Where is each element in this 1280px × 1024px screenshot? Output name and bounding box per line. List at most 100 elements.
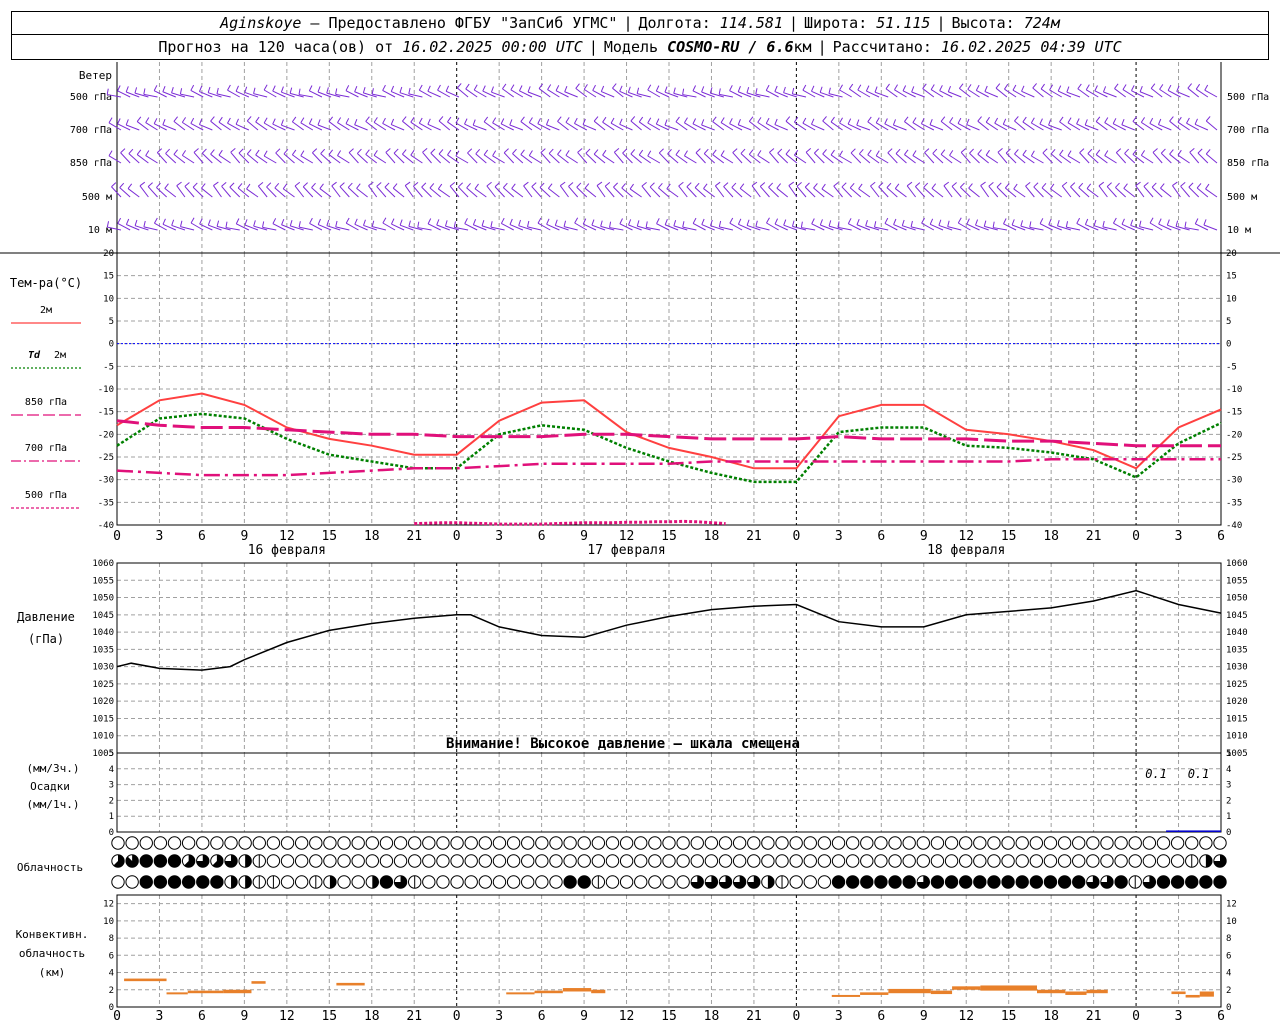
wind-barb-flag bbox=[308, 118, 313, 125]
wind-barb-shaft bbox=[1205, 120, 1218, 131]
cloud-icon bbox=[775, 854, 789, 868]
wind-barb-flag bbox=[627, 86, 631, 93]
wind-barb-shaft bbox=[703, 188, 715, 198]
wind-barb-flag bbox=[841, 182, 847, 188]
cloud-icon bbox=[732, 836, 747, 850]
wind-barb-flag bbox=[664, 119, 668, 126]
wind-barb-flag bbox=[785, 116, 791, 122]
wind-barb-flag bbox=[464, 118, 468, 125]
cloud-icon bbox=[337, 854, 351, 868]
wind-barb-shaft bbox=[714, 185, 725, 198]
wind-barb-shaft bbox=[548, 187, 560, 198]
pressure-unit: (гПа) bbox=[28, 632, 64, 646]
wind-barb-flag bbox=[527, 86, 531, 93]
wind-barb-flag bbox=[244, 86, 248, 93]
wind-barb-flag bbox=[371, 220, 375, 227]
wind-barb-flag bbox=[748, 116, 754, 122]
wind-barb-flag bbox=[638, 116, 644, 123]
wind-barb-flag bbox=[356, 148, 362, 154]
cloud-icon bbox=[605, 836, 620, 850]
wind-barb-shaft bbox=[629, 188, 642, 198]
wind-barb-flag bbox=[602, 116, 607, 123]
wind-barb-flag bbox=[828, 87, 831, 94]
cloud-icon bbox=[1057, 875, 1072, 889]
cloud-icon bbox=[492, 854, 507, 868]
wind-barb-flag bbox=[528, 150, 533, 156]
cloud-icon bbox=[958, 854, 973, 868]
wind-barb-flag bbox=[718, 220, 722, 227]
temp-xtick: 3 bbox=[156, 529, 164, 544]
wind-barb-flag bbox=[1140, 150, 1146, 156]
wind-barb-shaft bbox=[348, 152, 359, 164]
wind-barb-flag bbox=[884, 217, 889, 224]
wind-barb-flag bbox=[190, 217, 195, 224]
cloud-icon bbox=[577, 854, 591, 868]
wind-barb-flag bbox=[421, 182, 427, 188]
cloud-icon bbox=[521, 854, 535, 868]
cloud-icon bbox=[252, 836, 266, 850]
cloud-icon bbox=[1114, 875, 1128, 889]
wind-barb-flag bbox=[509, 119, 513, 126]
cloud-icon bbox=[478, 836, 493, 850]
wind-barb-flag bbox=[655, 118, 660, 125]
wind-barb-shaft bbox=[345, 222, 359, 231]
wind-barb-shaft bbox=[511, 188, 524, 198]
wind-barb-flag bbox=[373, 150, 378, 156]
cloud-icon bbox=[549, 854, 563, 868]
wind-barb-flag bbox=[417, 221, 420, 228]
cloud-icon bbox=[803, 836, 817, 850]
wind-barb-flag bbox=[365, 116, 370, 122]
temp-grid-ytick-right: -35 bbox=[1226, 498, 1242, 508]
wind-barb-flag bbox=[938, 219, 942, 226]
pressure-grid-ytick-left: 1035 bbox=[92, 645, 114, 655]
wind-barb-flag bbox=[557, 116, 562, 122]
cloud-icon bbox=[351, 875, 365, 889]
convective-title-1: Конвективн. bbox=[16, 928, 89, 941]
convective-xtick: 18 bbox=[1043, 1009, 1059, 1024]
wind-barb-flag bbox=[404, 181, 411, 186]
wind-barb-flag bbox=[444, 220, 448, 227]
wind-barb-flag bbox=[921, 217, 925, 224]
wind-barb-flag bbox=[1104, 117, 1109, 123]
wind-barb-flag bbox=[179, 88, 183, 95]
wind-barb-flag bbox=[821, 183, 826, 190]
wind-barb-flag bbox=[629, 183, 634, 190]
wind-barb-flag bbox=[445, 85, 450, 92]
cloud-icon bbox=[619, 854, 634, 868]
wind-barb-flag bbox=[949, 150, 954, 156]
wind-barb-flag bbox=[253, 87, 256, 94]
wind-level-label: 500 гПа bbox=[70, 92, 112, 103]
wind-barb-flag bbox=[289, 87, 293, 94]
wind-barb-flag bbox=[655, 85, 660, 92]
wind-barb-flag bbox=[347, 182, 353, 188]
cloud-icon bbox=[789, 836, 803, 850]
wind-barb-flag bbox=[802, 84, 807, 91]
wind-barb-shaft bbox=[392, 187, 405, 198]
temp-xtick: 6 bbox=[877, 529, 885, 544]
wind-barb-flag bbox=[929, 119, 933, 125]
wind-barb-shaft bbox=[164, 187, 177, 198]
wind-barb-flag bbox=[181, 150, 187, 156]
wind-barb-flag bbox=[1143, 182, 1149, 187]
wind-barb-shaft bbox=[1180, 185, 1190, 198]
cloud-icon bbox=[1043, 836, 1058, 850]
wind-barb-flag bbox=[739, 183, 745, 189]
cloud-icon bbox=[125, 836, 139, 850]
wind-barb-shaft bbox=[1143, 186, 1154, 198]
cloud-icon bbox=[139, 875, 153, 889]
wind-barb-flag bbox=[720, 117, 725, 123]
convective-bar bbox=[124, 978, 167, 982]
wind-barb-flag bbox=[1167, 84, 1172, 91]
wind-barb-flag bbox=[393, 148, 399, 154]
wind-barb-flag bbox=[701, 218, 705, 225]
cloud-icon bbox=[337, 875, 351, 889]
cloud-icon bbox=[648, 836, 662, 850]
convective-bar bbox=[952, 986, 981, 990]
wind-barb-flag bbox=[266, 182, 272, 188]
wind-barb-flag bbox=[1087, 148, 1093, 154]
wind-barb-flag bbox=[822, 149, 827, 155]
temp-xtick: 15 bbox=[1001, 529, 1017, 544]
wind-barb-shaft bbox=[997, 151, 1008, 164]
cloud-icon bbox=[422, 854, 436, 868]
cloud-icon bbox=[718, 836, 733, 850]
